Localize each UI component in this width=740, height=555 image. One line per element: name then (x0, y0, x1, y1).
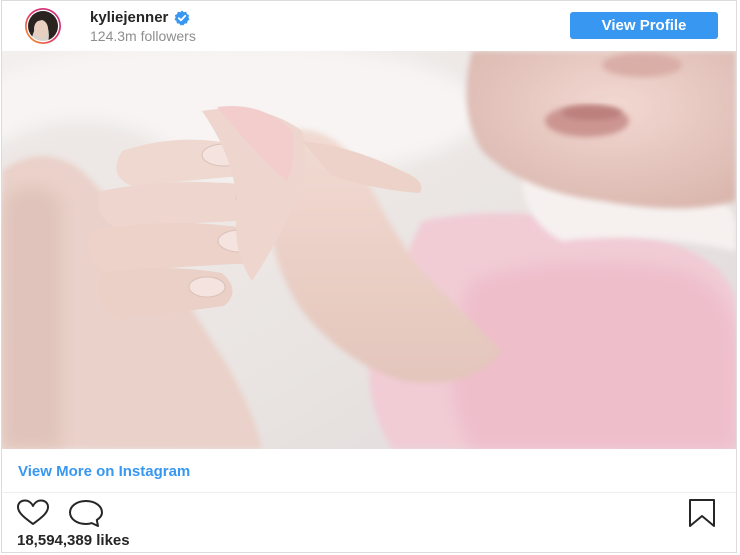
username[interactable]: kyliejenner (90, 9, 190, 26)
like-count: 18,594,389 likes (17, 532, 130, 549)
heart-icon[interactable] (15, 498, 51, 533)
comment-icon[interactable] (67, 498, 105, 533)
action-bar (2, 493, 736, 533)
post-header: kyliejenner 124.3m followers View Profil… (2, 1, 736, 51)
instagram-embed: kyliejenner 124.3m followers View Profil… (1, 0, 737, 553)
view-profile-button[interactable]: View Profile (570, 12, 718, 39)
follower-count: 124.3m followers (90, 28, 196, 44)
view-more-bar: View More on Instagram (2, 449, 736, 493)
verified-badge-icon (174, 10, 190, 26)
view-more-link[interactable]: View More on Instagram (18, 463, 190, 480)
avatar[interactable] (18, 7, 68, 45)
post-photo[interactable] (2, 51, 736, 449)
bookmark-icon[interactable] (686, 498, 718, 533)
username-text[interactable]: kyliejenner (90, 9, 168, 26)
